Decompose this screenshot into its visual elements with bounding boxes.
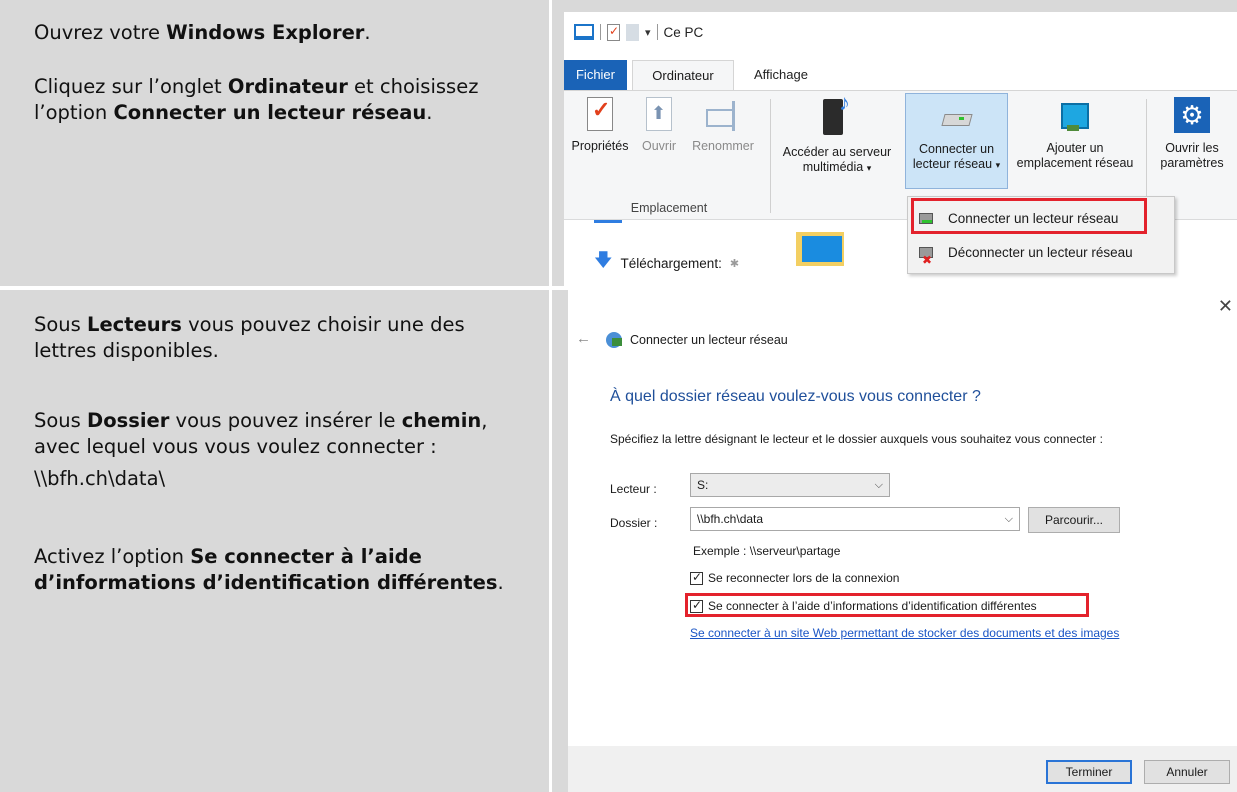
tab-affichage[interactable]: Affichage <box>744 60 818 90</box>
step2-path-value: \\bfh.ch\data\ <box>34 467 166 490</box>
open-settings-button[interactable]: ⚙ Ouvrir les paramètres <box>1152 97 1232 171</box>
properties-icon[interactable] <box>607 23 620 41</box>
step1-instructions: Ouvrez votre Windows Explorer. Cliquez s… <box>0 0 549 286</box>
gear-icon: ⚙ <box>1174 97 1210 133</box>
step1-choose-option: Cliquez sur l’onglet Ordinateur et chois… <box>34 75 479 124</box>
reconnect-checkbox[interactable] <box>690 570 703 585</box>
tab-ordinateur[interactable]: Ordinateur <box>632 60 734 90</box>
browse-button[interactable]: Parcourir... <box>1028 507 1120 533</box>
step2-folder-path: Sous Dossier vous pouvez insérer le chem… <box>34 409 488 458</box>
window-title: Ce PC <box>663 24 704 40</box>
finish-button[interactable]: Terminer <box>1046 760 1132 784</box>
tab-fichier[interactable]: Fichier <box>564 60 627 90</box>
open-button[interactable]: Ouvrir <box>636 97 682 154</box>
chevron-down-icon: ⌵ <box>1004 513 1013 525</box>
network-globe-icon <box>606 332 622 348</box>
pin-icon: ✱ <box>729 257 740 270</box>
drive-label: Lecteur : <box>610 482 657 496</box>
media-server-button[interactable]: Accéder au serveur multimédia ▾ <box>774 95 900 176</box>
rename-icon <box>706 101 740 131</box>
dialog-footer: Terminer Annuler <box>568 746 1237 792</box>
separator <box>770 99 771 213</box>
folder-icon[interactable] <box>796 232 844 266</box>
add-network-location-button[interactable]: Ajouter un emplacement réseau <box>1008 97 1142 171</box>
network-location-icon <box>1057 97 1093 133</box>
separator <box>656 24 658 40</box>
back-arrow-icon[interactable]: ← <box>576 330 591 347</box>
map-network-drive-button[interactable]: Connecter un lecteur réseau ▾ <box>905 93 1008 189</box>
quick-access-toolbar: ▾ Ce PC <box>574 18 703 46</box>
caret-down-icon: ▾ <box>866 163 872 173</box>
highlight-box <box>911 198 1147 234</box>
explorer-screenshot: ▾ Ce PC Fichier Ordinateur Affichage Pro… <box>552 0 1237 286</box>
highlight-box <box>685 593 1089 617</box>
customize-dropdown-icon[interactable]: ▾ <box>645 26 651 39</box>
step2-instructions: Sous Lecteurs vous pouvez choisir une de… <box>0 290 549 792</box>
new-folder-icon[interactable] <box>626 23 639 41</box>
media-server-icon <box>819 95 855 137</box>
open-icon <box>646 97 672 131</box>
properties-button[interactable]: Propriétés <box>568 97 632 154</box>
rename-button[interactable]: Renommer <box>684 97 762 154</box>
folder-label: Dossier : <box>610 516 658 530</box>
caret-down-icon: ▾ <box>995 160 1001 170</box>
properties-icon <box>587 97 613 131</box>
download-arrow-icon: 🡇 <box>594 250 613 270</box>
website-link[interactable]: Se connecter à un site Web permettant de… <box>690 626 1119 640</box>
nav-item-fragment <box>594 220 622 223</box>
separator <box>600 24 601 40</box>
disconnect-drive-icon <box>919 245 933 275</box>
example-text: Exemple : \\serveur\partage <box>693 544 841 558</box>
cancel-button[interactable]: Annuler <box>1144 760 1230 784</box>
chevron-down-icon: ⌵ <box>874 479 883 491</box>
close-icon[interactable]: ✕ <box>1218 296 1233 317</box>
dialog-description: Spécifiez la lettre désignant le lecteur… <box>610 432 1103 446</box>
nav-item-downloads[interactable]: 🡇 Téléchargement: ✱ <box>594 248 739 278</box>
ribbon-tabs: Fichier Ordinateur Affichage <box>564 60 1237 90</box>
menu-item-disconnect-drive[interactable]: Déconnecter un lecteur réseau <box>908 238 1174 275</box>
dialog-screenshot: ✕ ← Connecter un lecteur réseau À quel d… <box>552 290 1237 792</box>
step2-drive-letter: Sous Lecteurs vous pouvez choisir une de… <box>34 313 465 362</box>
group-label-location: Emplacement <box>630 201 708 215</box>
computer-icon <box>574 24 594 40</box>
dialog-heading: À quel dossier réseau voulez-vous vous c… <box>610 388 981 405</box>
dialog-title-bar: Connecter un lecteur réseau <box>606 332 788 348</box>
step2-activate-option: Activez l’option Se connecter à l’aide d… <box>34 545 504 594</box>
reconnect-checkbox-row[interactable]: Se reconnecter lors de la connexion <box>690 570 899 585</box>
drive-select[interactable]: S: ⌵ <box>690 473 890 497</box>
step1-open-explorer: Ouvrez votre Windows Explorer. <box>34 21 371 44</box>
network-drive-icon <box>939 98 975 134</box>
folder-input[interactable]: \\bfh.ch\data ⌵ <box>690 507 1020 531</box>
